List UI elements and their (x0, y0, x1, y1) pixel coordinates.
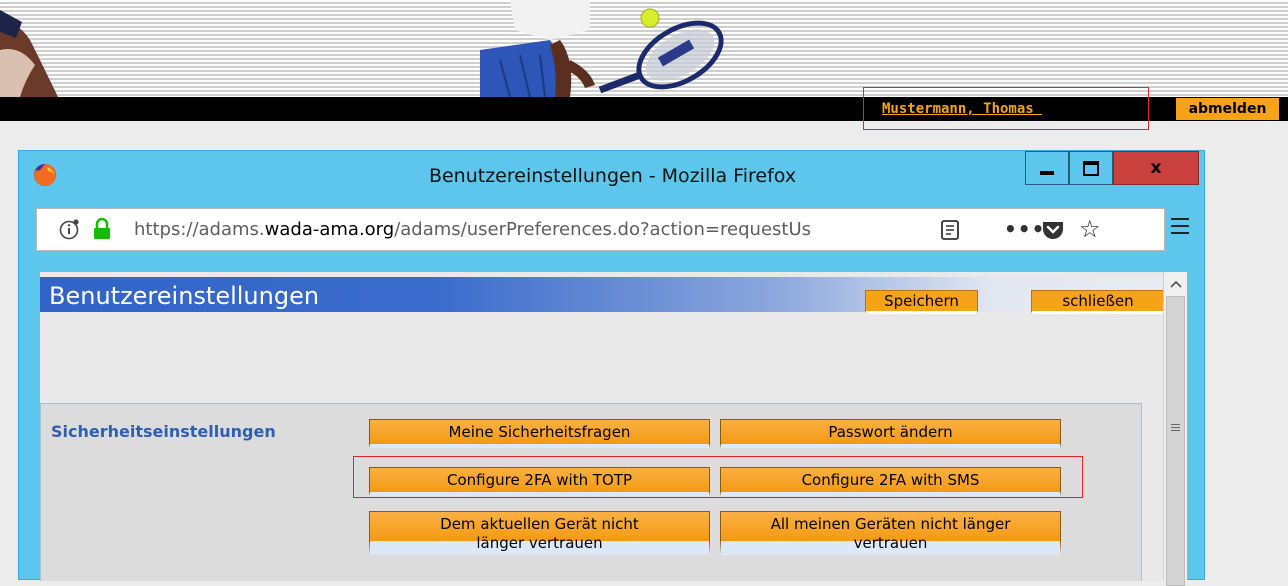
pocket-icon[interactable] (1041, 219, 1065, 241)
lock-icon (94, 218, 110, 239)
security-settings-panel: Sicherheitseinstellungen Meine Sicherhei… (40, 403, 1142, 581)
page-title: Benutzereinstellungen (49, 282, 320, 310)
window-close-button[interactable]: x (1113, 151, 1199, 185)
maximize-icon (1083, 160, 1099, 176)
close-button[interactable]: schließen (1031, 290, 1163, 314)
minimize-icon (1040, 171, 1054, 175)
site-banner (0, 0, 1288, 97)
security-settings-label: Sicherheitseinstellungen (51, 422, 276, 441)
url-text: https://adams.wada-ama.org/adams/userPre… (134, 219, 934, 240)
site-info-icon[interactable] (59, 218, 81, 240)
page-content: Benutzereinstellungen Speichern schließe… (40, 272, 1163, 581)
hamburger-menu-icon[interactable] (1169, 216, 1191, 236)
chevron-up-icon (1169, 280, 1182, 288)
maximize-button[interactable] (1069, 151, 1113, 185)
reader-view-icon[interactable] (939, 218, 961, 242)
logout-button[interactable]: abmelden (1176, 98, 1279, 120)
untrust-all-devices-label: All meinen Geräten nicht länger vertrauen (771, 515, 1011, 553)
save-button[interactable]: Speichern (865, 290, 978, 314)
untrust-all-line2: vertrauen (853, 534, 928, 552)
firefox-window: Benutzereinstellungen - Mozilla Firefox … (18, 150, 1205, 586)
scroll-grip-icon (1171, 424, 1180, 431)
untrust-current-device-label: Dem aktuellen Gerät nicht länger vertraue… (440, 515, 639, 553)
security-questions-button[interactable]: Meine Sicherheitsfragen (369, 419, 710, 448)
untrust-all-devices-button[interactable]: All meinen Geräten nicht länger vertrauen (720, 511, 1061, 555)
scroll-up-button[interactable] (1164, 272, 1187, 295)
url-prefix: https://adams. (134, 219, 265, 240)
vertical-scrollbar[interactable] (1163, 272, 1187, 586)
bookmark-star-icon[interactable]: ☆ (1079, 215, 1101, 243)
banner-athlete-arm-image (0, 10, 58, 97)
url-bar[interactable]: https://adams.wada-ama.org/adams/userPre… (36, 208, 1165, 251)
untrust-all-line1: All meinen Geräten nicht länger (770, 515, 1011, 533)
untrust-current-line2: länger vertrauen (476, 534, 603, 552)
minimize-button[interactable] (1025, 151, 1069, 185)
url-host: wada-ama.org (264, 219, 395, 240)
untrust-current-device-button[interactable]: Dem aktuellen Gerät nicht länger vertraue… (369, 511, 710, 555)
banner-tennis-player-image (480, 0, 724, 97)
user-highlight-box (863, 87, 1149, 130)
page-actions-more-icon[interactable]: ••• (1004, 217, 1045, 241)
change-password-button[interactable]: Passwort ändern (720, 419, 1061, 448)
untrust-current-line1: Dem aktuellen Gerät nicht (440, 515, 639, 533)
page-header-band: Benutzereinstellungen Speichern schließe… (40, 277, 1163, 314)
2fa-highlight-box (353, 456, 1083, 498)
url-path: /adams/userPreferences.do?action=request… (394, 219, 812, 240)
scrollbar-thumb[interactable] (1166, 296, 1185, 586)
